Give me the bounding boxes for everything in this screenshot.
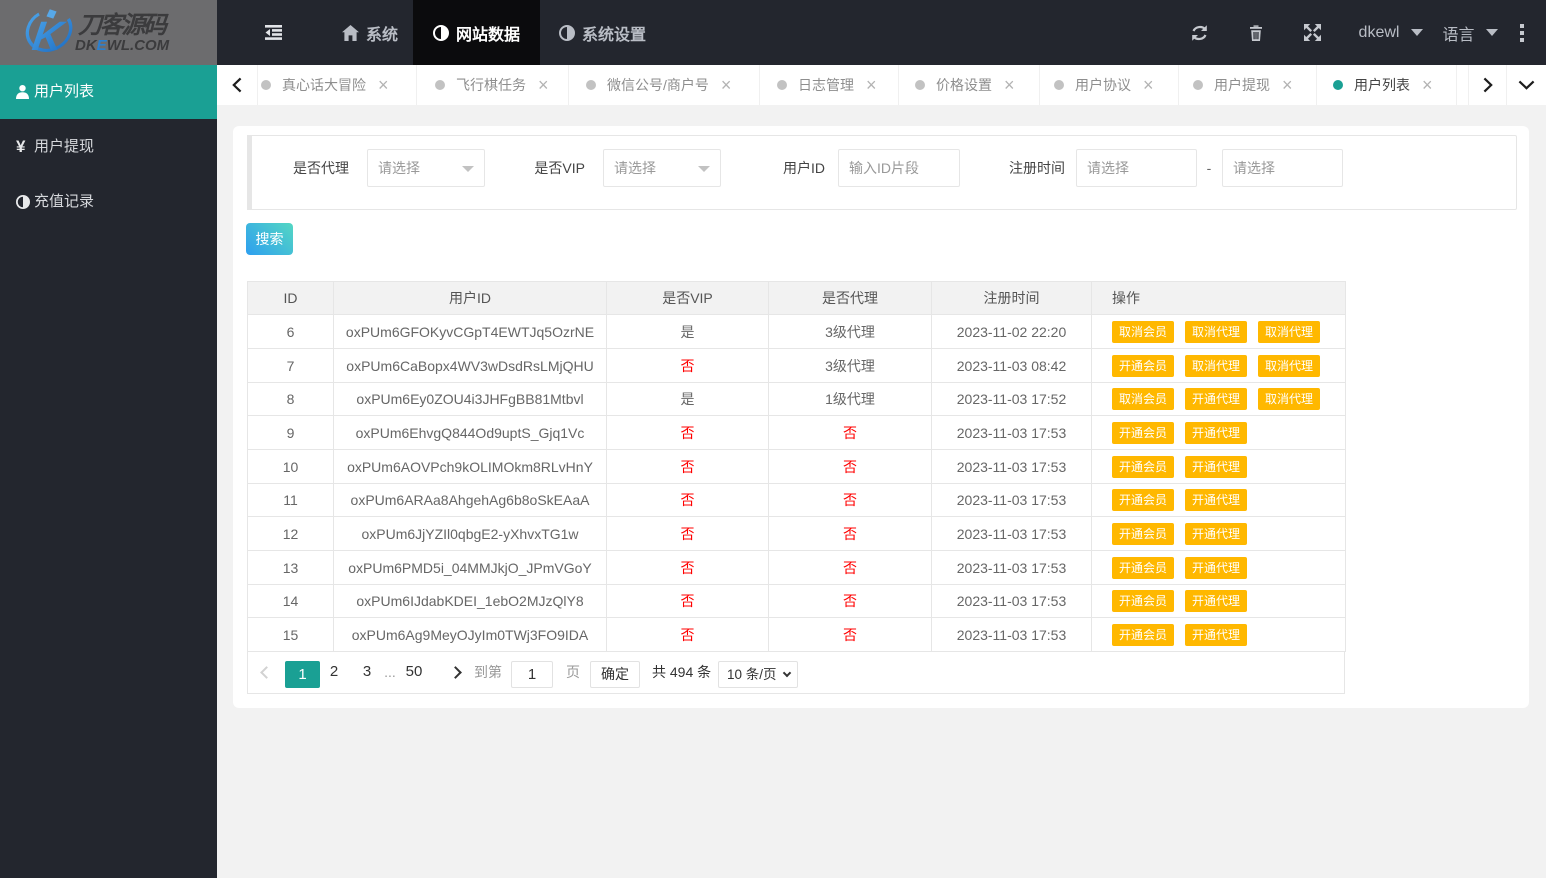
svg-text:K: K xyxy=(30,13,69,59)
svg-text:DKEWL.COM: DKEWL.COM xyxy=(75,37,170,54)
svg-text:刀客源码: 刀客源码 xyxy=(78,12,169,39)
